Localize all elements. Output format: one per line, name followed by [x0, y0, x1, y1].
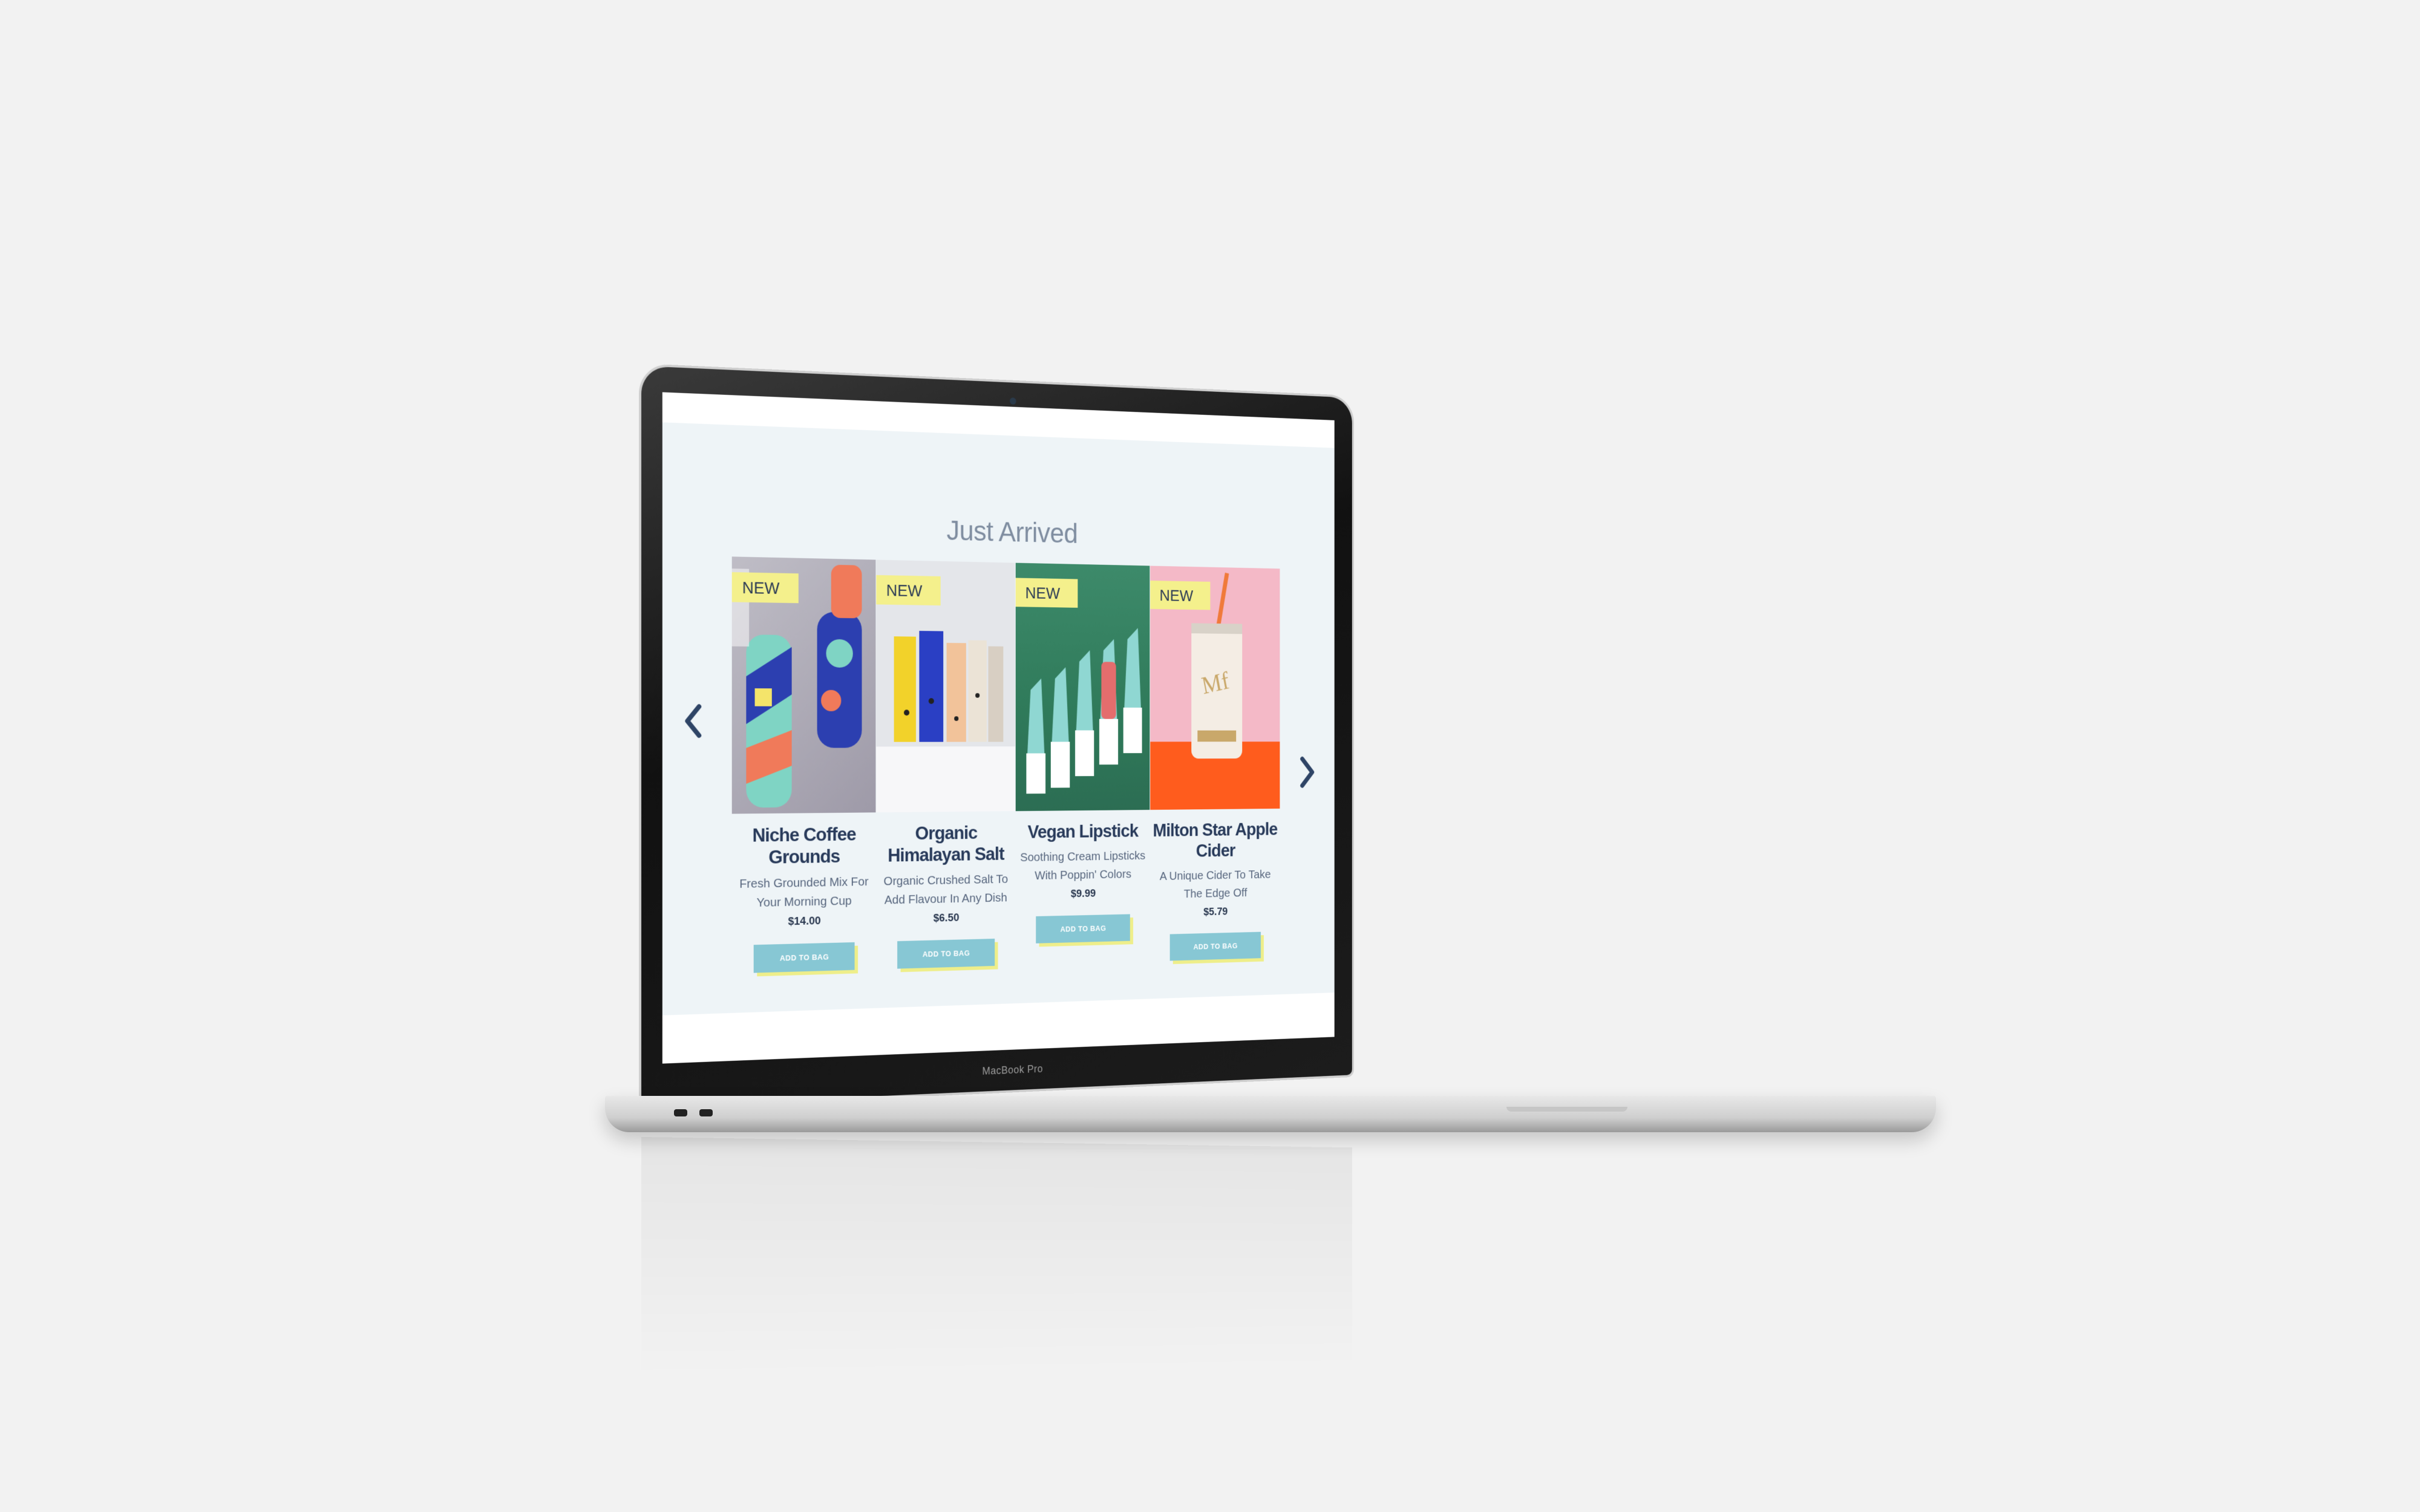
- product-name[interactable]: Milton Star Apple Cider: [1150, 819, 1280, 862]
- usb-c-port-icon: [674, 1109, 687, 1116]
- product-carousel: NEW Niche Coffee Grounds Fresh Grounded …: [731, 556, 1280, 973]
- product-card[interactable]: NEW Mf Milton Star Apple Cider A Unique …: [1150, 565, 1280, 962]
- product-description: Soothing Cream Lipsticks With Poppin' Co…: [1020, 849, 1146, 882]
- add-to-bag-button[interactable]: ADD TO BAG: [1169, 931, 1261, 961]
- new-badge: NEW: [1015, 578, 1078, 608]
- lid-opening-notch: [1506, 1107, 1627, 1112]
- camera-icon: [1009, 397, 1016, 405]
- laptop-lid: Just Arrived NEW Niche Coffee Grounds Fr…: [641, 366, 1352, 1107]
- laptop-reflection: [641, 1137, 1352, 1379]
- product-image-lipstick[interactable]: NEW: [1015, 562, 1150, 812]
- new-badge: NEW: [1150, 580, 1211, 610]
- product-image-salt[interactable]: NEW: [876, 559, 1015, 813]
- chevron-right-icon: [1300, 755, 1316, 789]
- product-price: $6.50: [933, 911, 960, 925]
- usb-c-port-icon: [699, 1109, 713, 1116]
- product-card[interactable]: NEW: [731, 556, 876, 973]
- carousel-next-button[interactable]: [1293, 747, 1323, 797]
- product-name[interactable]: Niche Coffee Grounds: [732, 823, 876, 869]
- product-card[interactable]: NEW: [1015, 562, 1150, 965]
- product-name[interactable]: Vegan Lipstick: [1016, 820, 1150, 843]
- add-to-bag-button[interactable]: ADD TO BAG: [897, 939, 995, 969]
- product-image-coffee[interactable]: NEW: [731, 556, 876, 814]
- product-description: Fresh Grounded Mix For Your Morning Cup: [739, 875, 869, 910]
- add-to-bag-button[interactable]: ADD TO BAG: [1036, 914, 1130, 943]
- product-price: $5.79: [1203, 905, 1228, 919]
- product-name[interactable]: Organic Himalayan Salt: [876, 821, 1015, 866]
- just-arrived-section: Just Arrived NEW Niche Coffee Grounds Fr…: [662, 422, 1335, 1015]
- chevron-left-icon: [683, 703, 703, 739]
- product-description: Organic Crushed Salt To Add Flavour In A…: [883, 872, 1009, 907]
- laptop-base: [605, 1096, 1936, 1132]
- mockup-scene: Just Arrived NEW Niche Coffee Grounds Fr…: [0, 0, 2420, 1512]
- product-description: A Unique Cider To Take The Edge Off: [1159, 868, 1271, 901]
- product-card[interactable]: NEW Organic Himalayan Salt Organic Crush…: [876, 559, 1015, 969]
- add-to-bag-button[interactable]: ADD TO BAG: [753, 942, 855, 973]
- product-price: $14.00: [788, 914, 821, 928]
- section-title: Just Arrived: [946, 515, 1078, 550]
- new-badge: NEW: [876, 575, 941, 606]
- product-price: $9.99: [1070, 887, 1096, 901]
- product-image-cider[interactable]: NEW Mf: [1150, 565, 1280, 810]
- carousel-prev-button[interactable]: [675, 694, 710, 748]
- device-brand-label: MacBook Pro: [982, 1062, 1043, 1077]
- laptop-screen: Just Arrived NEW Niche Coffee Grounds Fr…: [662, 392, 1335, 1064]
- new-badge: NEW: [731, 572, 799, 604]
